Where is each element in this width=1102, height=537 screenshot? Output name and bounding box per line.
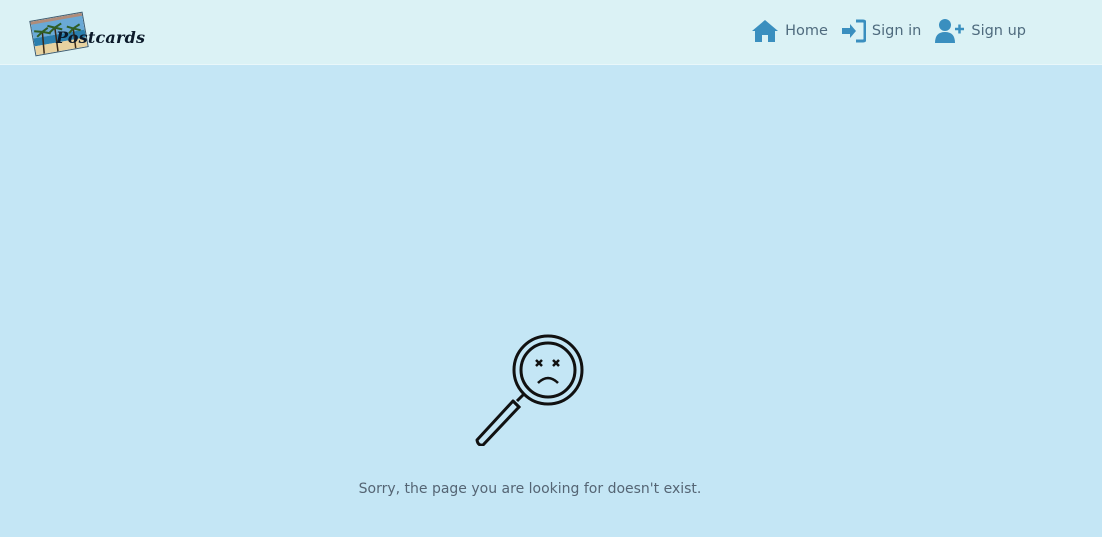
nav-home[interactable]: Home bbox=[751, 18, 828, 44]
nav-sign-up[interactable]: Sign up bbox=[935, 18, 1026, 44]
nav-home-label: Home bbox=[785, 23, 828, 39]
logo-link[interactable]: Postcards bbox=[29, 11, 145, 57]
magnifier-sad-face-icon bbox=[474, 334, 586, 450]
nav-sign-in-label: Sign in bbox=[871, 23, 922, 39]
error-message: Sorry, the page you are looking for does… bbox=[358, 481, 702, 497]
nav-sign-up-label: Sign up bbox=[971, 23, 1026, 39]
logo-text: Postcards bbox=[56, 28, 146, 47]
main-nav: Home Sign in Sign up bbox=[751, 18, 1026, 44]
sign-in-icon bbox=[841, 19, 866, 43]
home-icon bbox=[751, 18, 779, 44]
navbar: Postcards Home Sign in Sign up bbox=[0, 0, 1102, 65]
user-plus-icon bbox=[935, 18, 965, 44]
nav-sign-in[interactable]: Sign in bbox=[841, 19, 922, 43]
